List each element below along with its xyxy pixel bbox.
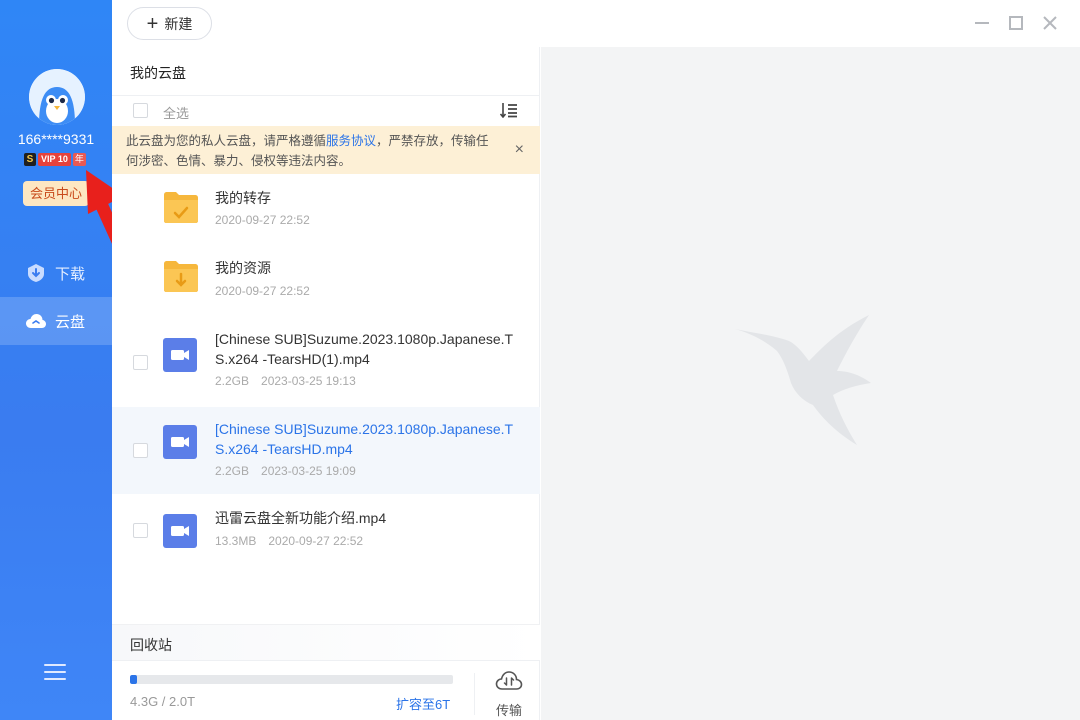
nav-item-label: 下载 [55,265,86,283]
new-button-label: 新建 [164,15,193,32]
file-name: [Chinese SUB]Suzume.2023.1080p.Japanese.… [215,331,514,367]
vip-year-tag: 年 [72,152,86,166]
file-checkbox[interactable] [133,523,148,538]
panel-title: 我的云盘 [130,65,186,81]
top-toolbar: + 新建 [112,0,1080,47]
transfer-label: 传输 [495,703,522,718]
file-date: 2020-09-27 22:52 [215,284,310,298]
cloud-file-panel: 我的云盘 全选 此云盘为您的私人云盘，请严格遵循服务协议，严禁存放，传输任何涉密… [112,47,540,720]
select-all-label: 全选 [163,106,190,121]
list-item[interactable]: [Chinese SUB]Suzume.2023.1080p.Japanese.… [112,407,540,494]
download-shield-icon [25,262,47,284]
file-name: 我的资源 [215,260,271,276]
notice-close-icon[interactable]: × [515,140,524,160]
file-checkbox[interactable] [133,355,148,370]
close-icon[interactable] [1039,12,1061,34]
video-file-icon [163,514,197,548]
list-item[interactable]: 迅雷云盘全新功能介绍.mp4 13.3MB 2020-09-27 22:52 [112,494,540,566]
select-all-checkbox[interactable] [133,103,148,118]
cloud-icon [25,310,47,332]
vip-level-tag: VIP 10 [38,152,71,166]
nav-item-label: 云盘 [55,313,86,331]
file-meta: 2020-09-27 22:52 [215,213,310,227]
transfer-button[interactable]: 传输 [490,669,528,718]
file-size: 13.3MB [215,534,257,548]
storage-bar: 4.3G / 2.0T 扩容至6T 传输 [112,660,540,720]
file-name: 迅雷云盘全新功能介绍.mp4 [215,510,387,526]
file-size: 2.2GB [215,374,250,388]
folder-transfer-icon [164,192,198,223]
file-meta: 13.3MB 2020-09-27 22:52 [215,534,363,548]
storage-used: 4.3G / 2.0T [130,694,196,709]
vip-badge[interactable]: S VIP 10 年 [24,152,86,166]
preview-area [541,47,1080,720]
file-meta: 2.2GB 2023-03-25 19:13 [215,374,356,388]
file-date: 2020-09-27 22:52 [215,213,310,227]
file-checkbox[interactable] [133,443,148,458]
member-center-button[interactable]: 会员中心 [23,181,89,206]
storage-progress [130,675,453,684]
hamburger-menu-icon[interactable] [44,664,66,684]
video-file-icon [163,425,197,459]
video-file-icon [163,338,197,372]
list-item[interactable]: [Chinese SUB]Suzume.2023.1080p.Japanese.… [112,317,540,407]
minimize-icon[interactable] [971,12,993,34]
service-agreement-link[interactable]: 服务协议 [326,134,376,148]
select-all-row: 全选 [112,95,540,125]
hummingbird-logo-icon [735,315,871,445]
file-date: 2023-03-25 19:09 [261,464,356,478]
list-item[interactable]: 我的资源 2020-09-27 22:52 [112,246,540,317]
nav-item-cloud[interactable]: 云盘 [0,297,112,345]
new-button[interactable]: + 新建 [127,7,212,40]
file-name: 我的转存 [215,190,271,206]
sort-icon[interactable] [500,102,518,118]
plus-icon: + [146,12,159,35]
user-avatar[interactable] [29,69,85,125]
recycle-bin[interactable]: 回收站 [112,624,540,660]
file-size: 2.2GB [215,464,250,478]
maximize-icon[interactable] [1005,12,1027,34]
recycle-bin-label: 回收站 [130,637,172,653]
folder-download-icon [164,261,198,292]
file-name: [Chinese SUB]Suzume.2023.1080p.Japanese.… [215,421,514,457]
file-meta: 2.2GB 2023-03-25 19:09 [215,464,356,478]
super-vip-icon: S [24,152,36,166]
divider [474,673,475,715]
list-item[interactable]: 我的转存 2020-09-27 22:52 [112,176,540,246]
expand-storage-link[interactable]: 扩容至6T [396,694,450,713]
file-meta: 2020-09-27 22:52 [215,284,310,298]
storage-progress-fill [130,675,137,684]
cloud-transfer-icon [495,671,523,690]
username: 166****9331 [17,131,95,147]
sidebar: 166****9331 S VIP 10 年 会员中心 下载 云盘 [0,0,112,720]
bird-avatar-icon [29,69,85,125]
file-date: 2020-09-27 22:52 [268,534,364,548]
nav-item-download[interactable]: 下载 [0,249,112,297]
notice-banner: 此云盘为您的私人云盘，请严格遵循服务协议，严禁存放，传输任何涉密、色情、暴力、侵… [112,126,540,174]
file-date: 2023-03-25 19:13 [261,374,356,388]
file-list: 我的转存 2020-09-27 22:52 我的资源 2020-09-27 22… [112,176,540,566]
notice-text-before: 此云盘为您的私人云盘，请严格遵循 [126,134,327,148]
